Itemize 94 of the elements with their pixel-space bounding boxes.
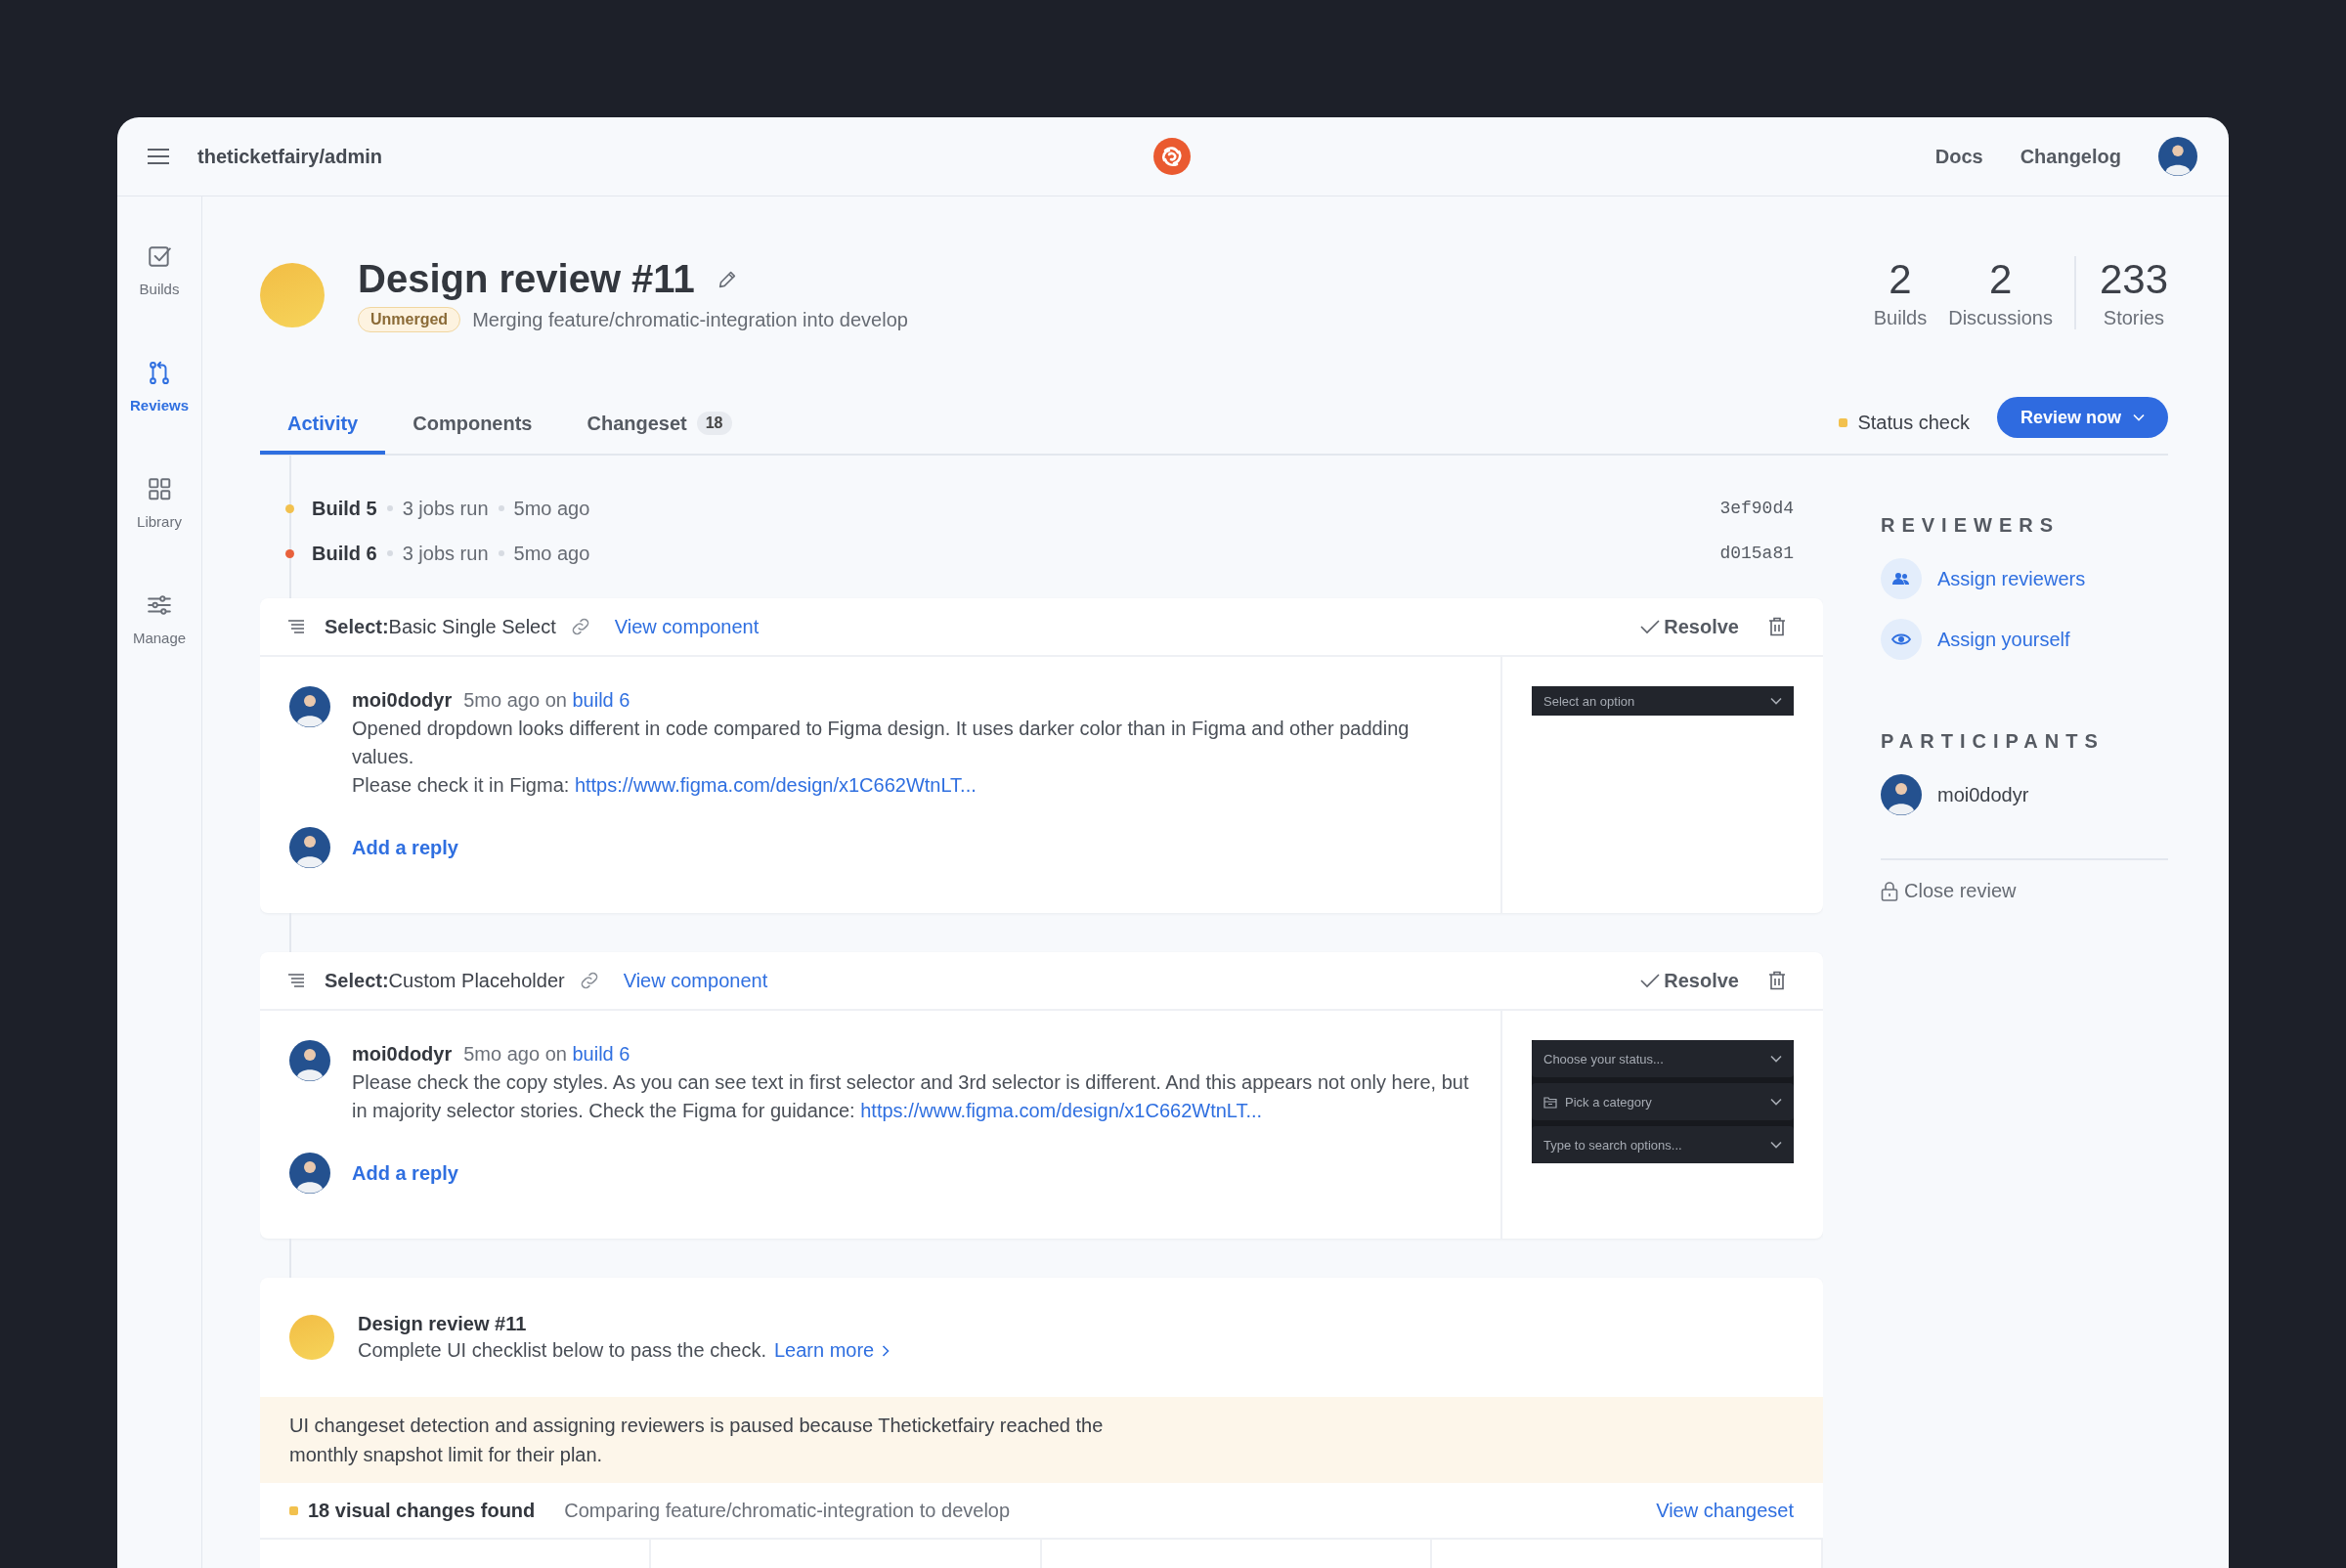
build-age: 5mo ago [513,542,590,565]
build-link[interactable]: build 6 [572,1043,630,1065]
stat-value: 233 [2099,256,2168,303]
assign-link[interactable]: Assign reviewers [1881,558,2168,599]
section-title: REVIEWERS [1881,514,2062,537]
count-badge: 18 [696,412,732,435]
section-title: PARTICIPANTS [1881,730,2106,753]
check-description: Complete UI checklist below to pass the check. [358,1339,766,1362]
sliders-icon [147,592,172,618]
add-reply-link[interactable]: Add a reply [352,1161,458,1185]
comparison-text: Comparing feature/chromatic-integration to develop [564,1499,1011,1522]
status-badge: Unmerged [358,307,461,332]
nav-link[interactable]: Changelog [2020,145,2121,168]
list-icon [287,620,305,633]
comment-text: Please check the copy styles. As you can see text in first selector and 3rd selector is different. And this appears not only here, but in majority selector stories. Check the Figma for guidance: https://www.figma.com/design/x1C662WtnLT... [352,1070,1470,1123]
sidebar-item[interactable]: Reviews [129,360,189,414]
build-link[interactable]: Build 6 [312,542,377,565]
resolve-button[interactable]: Resolve [1640,615,1739,638]
figma-link[interactable]: https://www.figma.com/design/x1C662WtnLT... [574,774,977,796]
menu-icon[interactable] [147,148,170,165]
placeholder-text: Pick a category [1565,1094,1652,1110]
folder-icon [1543,1095,1557,1109]
tab[interactable]: Changeset 18 [559,392,760,455]
nav-link[interactable]: Docs [1934,145,1983,168]
close-review-link[interactable]: Close review [1881,880,2168,902]
figma-link[interactable]: https://www.figma.com/design/x1C662WtnLT... [860,1100,1263,1121]
user-avatar [289,1153,330,1194]
build-link[interactable]: build 6 [572,689,630,711]
comment-meta: 5mo ago on build 6 [463,688,630,713]
user-avatar [1881,774,1922,815]
comment-author: moi0dodyr [352,1042,453,1067]
lock-icon [1881,881,1898,901]
commit-hash: 3ef90d4 [1719,499,1794,518]
view-changeset-link[interactable]: View changeset [1656,1499,1794,1522]
user-avatar [289,827,330,868]
repo-name[interactable]: theticketfairy/admin [197,145,382,168]
check-title: Design review #11 [358,1313,528,1335]
chevron-down-icon [1770,697,1782,705]
stat-value: 2 [1988,256,2013,303]
component-name: Select:Basic Single Select [325,615,556,638]
user-avatar [289,686,330,727]
comment-meta: 5mo ago on build 6 [463,1042,630,1067]
jobs-count: 3 jobs run [402,542,489,565]
review-title: Design review #11 [358,257,695,301]
sidebar-item[interactable]: Manage [132,592,187,646]
stat-label: Stories [2103,307,2165,329]
learn-more-link[interactable]: Learn more [773,1339,891,1362]
check-icon [1640,973,1661,988]
assign-link[interactable]: Assign yourself [1881,619,2168,660]
chevron-down-icon [1770,1055,1782,1063]
view-component-link[interactable]: View component [623,969,768,992]
grid-icon [147,476,172,501]
chevron-down-icon [1770,1141,1782,1149]
participant-name: moi0dodyr [1937,783,2029,806]
comment-text: Opened dropdown looks different in code compared to Figma design. It uses darker color than in Figma and other padding values. [352,717,1411,769]
stat-label: Builds [1873,307,1928,329]
delete-icon[interactable] [1768,971,1786,990]
people-icon [1891,570,1911,588]
tab[interactable]: Activity [260,392,386,455]
user-avatar [289,1040,330,1081]
tab[interactable]: Components [385,392,560,455]
view-component-link[interactable]: View component [614,615,760,638]
merge-description: Merging feature/chromatic-integration into develop [472,308,908,331]
build-age: 5mo ago [513,497,590,520]
user-avatar[interactable] [2158,137,2197,176]
placeholder-text: Select an option [1543,693,1635,709]
notice-text: UI changeset detection and assigning reviewers is paused because Theticketfairy reached the monthly snapshot limit for their plan. [289,1414,1105,1467]
stat-label: Discussions [1948,307,2053,329]
component-name: Select:Custom Placeholder [325,969,565,992]
placeholder-text: Type to search options... [1543,1137,1682,1153]
review-button[interactable]: Review now [1996,397,2168,438]
placeholder-text: Choose your status... [1543,1051,1664,1067]
comment-text: Please check it in Figma: https://www.figma.com/design/x1C662WtnLT... [352,773,978,798]
jobs-count: 3 jobs run [402,497,489,520]
sidebar-item[interactable]: Builds [139,243,180,297]
review-status-dot [289,1315,334,1360]
chevron-down-icon [1770,1098,1782,1106]
add-reply-link[interactable]: Add a reply [352,836,458,859]
chevron-down-icon [2133,414,2145,421]
stat-value: 2 [1889,256,1912,303]
resolve-button[interactable]: Resolve [1640,969,1739,992]
commit-hash: d015a81 [1719,544,1794,563]
changes-count: 18 visual changes found [308,1499,536,1522]
check-icon [1640,619,1661,634]
check-square-icon [147,243,172,269]
delete-icon[interactable] [1768,617,1786,636]
logo-icon [1153,138,1191,175]
status-label: Status check [1857,411,1970,434]
build-link[interactable]: Build 5 [312,497,377,520]
list-icon [287,974,305,987]
chevron-right-icon [882,1344,891,1357]
sidebar-item[interactable]: Library [137,476,182,530]
comment-author: moi0dodyr [352,688,453,713]
pull-request-icon [147,360,172,385]
